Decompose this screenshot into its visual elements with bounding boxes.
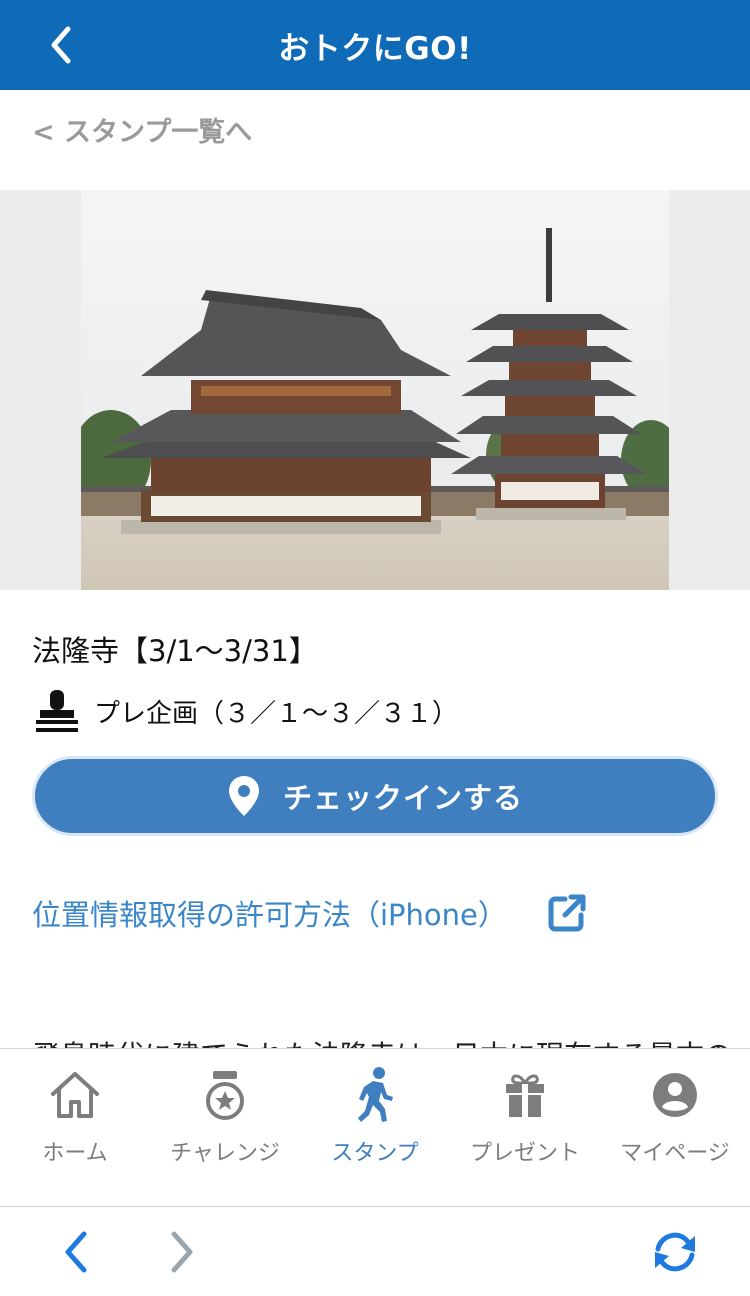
- checkin-button-label: チェックインする: [282, 781, 523, 815]
- page-title: おトクにGO!: [278, 30, 472, 67]
- back-button[interactable]: [36, 20, 86, 70]
- home-icon: [51, 1072, 99, 1118]
- tab-challenge-label: チャレンジ: [170, 1141, 280, 1166]
- tab-mypage-label: マイページ: [620, 1141, 730, 1166]
- browser-forward-button[interactable]: [158, 1227, 208, 1277]
- browser-back-button[interactable]: [50, 1227, 100, 1277]
- refresh-icon: [655, 1232, 695, 1272]
- browser-reload-button[interactable]: [650, 1227, 700, 1277]
- external-link-icon: [548, 894, 586, 932]
- user-icon: [653, 1073, 697, 1117]
- campaign-row: プレ企画（３／１〜３／３１）: [32, 686, 458, 736]
- medal-icon: [206, 1071, 244, 1120]
- walking-icon: [358, 1067, 393, 1122]
- gift-icon: [506, 1074, 544, 1117]
- stamp-icon: [36, 690, 78, 732]
- browser-toolbar: [0, 1206, 750, 1296]
- chevron-left-icon: [65, 1231, 87, 1273]
- back-to-stamp-list-link[interactable]: < スタンプ一覧へ: [32, 110, 252, 149]
- spot-title: 法隆寺【3/1〜3/31】: [32, 634, 318, 668]
- location-permission-label: 位置情報取得の許可方法（iPhone）: [32, 898, 507, 932]
- chevron-right-icon: [171, 1231, 193, 1273]
- bottom-tab-bar: ホーム チャレンジ スタンプ プレゼント マイページ: [0, 1048, 750, 1206]
- campaign-label: プレ企画（３／１〜３／３１）: [94, 698, 459, 729]
- spot-photo-area: [0, 190, 750, 590]
- location-permission-link[interactable]: 位置情報取得の許可方法（iPhone）: [32, 892, 587, 934]
- app-header: おトクにGO!: [0, 0, 750, 90]
- tab-stamp-label: スタンプ: [331, 1141, 419, 1166]
- spot-photo: [81, 190, 669, 590]
- tab-present-label: プレゼント: [469, 1141, 580, 1166]
- tab-home-label: ホーム: [42, 1141, 108, 1166]
- map-pin-icon: [228, 776, 259, 816]
- tab-present[interactable]: プレゼント: [450, 1049, 600, 1206]
- tab-mypage[interactable]: マイページ: [600, 1049, 750, 1206]
- chevron-left-icon: [51, 26, 71, 64]
- tab-stamp[interactable]: スタンプ: [300, 1049, 450, 1206]
- tab-home[interactable]: ホーム: [0, 1049, 150, 1206]
- tab-challenge[interactable]: チャレンジ: [150, 1049, 300, 1206]
- checkin-button[interactable]: チェックインする: [32, 756, 718, 836]
